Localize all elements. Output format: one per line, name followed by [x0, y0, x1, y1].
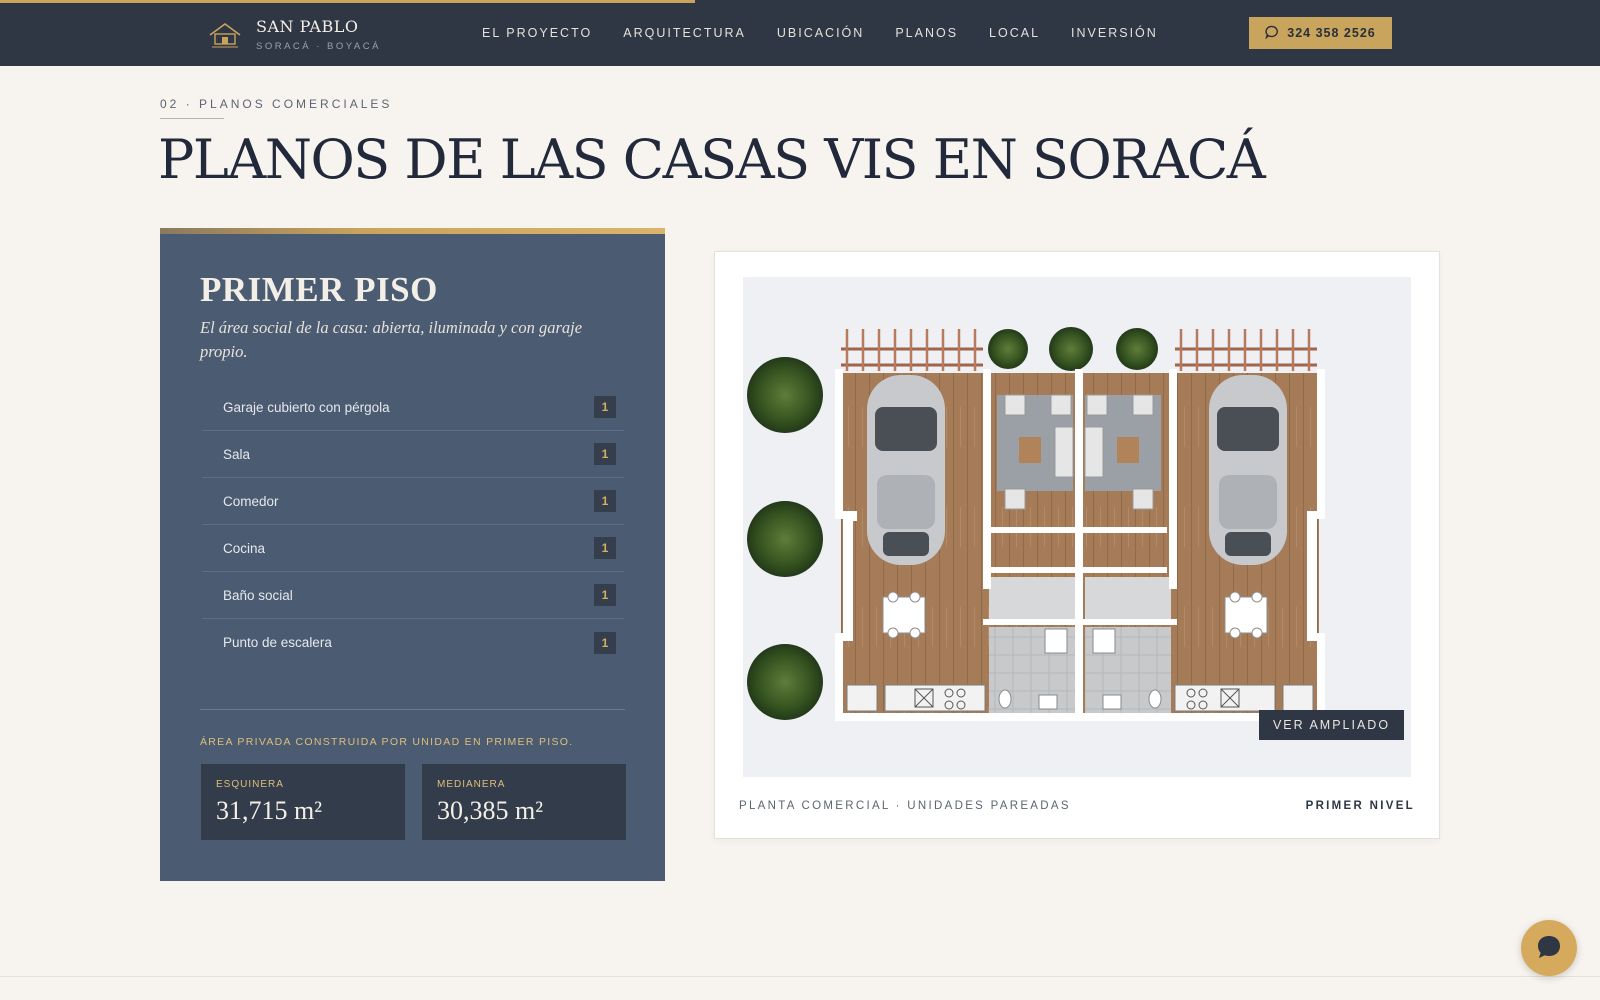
area-card-label: ESQUINERA — [216, 779, 284, 790]
view-enlarged-button[interactable]: VER AMPLIADO — [1259, 710, 1404, 740]
nav-link-arquitectura[interactable]: ARQUITECTURA — [623, 26, 746, 40]
area-card-value: 30,385 m² — [437, 796, 544, 825]
top-nav-bar: SAN PABLO SORACÁ · BOYACÁ EL PROYECTO AR… — [0, 0, 1600, 66]
nav-link-planos[interactable]: PLANOS — [895, 26, 958, 40]
nav-link-inversion[interactable]: INVERSIÓN — [1071, 26, 1158, 40]
list-item: Comedor 1 — [202, 478, 624, 525]
plan-caption: PLANTA COMERCIAL · UNIDADES PAREADAS — [739, 800, 1071, 812]
floor-plan-image[interactable] — [743, 277, 1411, 777]
area-card-label: MEDIANERA — [437, 779, 506, 790]
panel-accent-line — [160, 228, 665, 234]
section-divider — [0, 976, 1600, 977]
house-logo-icon — [206, 17, 244, 51]
area-card-esquinera: ESQUINERA 31,715 m² — [201, 764, 405, 840]
area-label: ÁREA PRIVADA CONSTRUIDA POR UNIDAD EN PR… — [200, 736, 574, 748]
area-card-value: 31,715 m² — [216, 796, 323, 825]
brand-text: SAN PABLO SORACÁ · BOYACÁ — [256, 17, 381, 52]
floating-chat-button[interactable] — [1521, 920, 1577, 976]
room-count-badge: 1 — [594, 584, 616, 606]
brand-location: SORACÁ · BOYACÁ — [256, 40, 381, 52]
room-count-badge: 1 — [594, 631, 616, 654]
panel-divider — [200, 709, 625, 710]
nav-link-local[interactable]: LOCAL — [989, 26, 1040, 40]
nav-link-ubicacion[interactable]: UBICACIÓN — [777, 26, 864, 40]
room-label: Baño social — [223, 587, 293, 603]
phone-contact-button[interactable]: 324 358 2526 — [1249, 17, 1392, 49]
page-title: PLANOS DE LAS CASAS VIS EN SORACÁ — [158, 128, 1266, 191]
eyebrow-underline — [160, 118, 224, 119]
brand-home-link[interactable]: SAN PABLO SORACÁ · BOYACÁ — [206, 14, 381, 54]
phone-number: 324 358 2526 — [1287, 26, 1376, 40]
room-count-badge: 1 — [594, 537, 616, 559]
room-count-badge: 1 — [594, 443, 616, 465]
chat-bubble-icon — [1535, 933, 1563, 964]
floor-info-panel: PRIMER PISO El área social de la casa: a… — [160, 228, 665, 881]
list-item: Garaje cubierto con pérgola 1 — [202, 384, 624, 431]
room-count-badge: 1 — [594, 396, 616, 418]
chat-bubble-icon — [1265, 25, 1279, 42]
area-card-medianera: MEDIANERA 30,385 m² — [422, 764, 626, 840]
section-eyebrow: 02 · PLANOS COMERCIALES — [160, 97, 393, 111]
list-item: Baño social 1 — [202, 572, 624, 619]
room-label: Cocina — [223, 540, 266, 556]
floor-title: PRIMER PISO — [200, 270, 438, 309]
room-label: Punto de escalera — [223, 635, 332, 650]
main-nav: EL PROYECTO ARQUITECTURA UBICACIÓN PLANO… — [482, 0, 1158, 66]
floor-plan-card: VER AMPLIADO PLANTA COMERCIAL · UNIDADES… — [714, 251, 1440, 839]
nav-link-el-proyecto[interactable]: EL PROYECTO — [482, 26, 592, 40]
room-label: Sala — [223, 446, 251, 462]
room-count-badge: 1 — [594, 490, 616, 512]
room-list: Garaje cubierto con pérgola 1 Sala 1 Com… — [202, 384, 624, 666]
list-item: Cocina 1 — [202, 525, 624, 572]
floor-subtitle: El área social de la casa: abierta, ilum… — [200, 318, 583, 361]
brand-name: SAN PABLO — [256, 16, 359, 36]
room-label: Comedor — [223, 493, 279, 509]
room-label: Garaje cubierto con pérgola — [223, 399, 390, 415]
list-item: Punto de escalera 1 — [202, 619, 624, 666]
plan-level-label: PRIMER NIVEL — [1305, 800, 1415, 812]
list-item: Sala 1 — [202, 431, 624, 478]
